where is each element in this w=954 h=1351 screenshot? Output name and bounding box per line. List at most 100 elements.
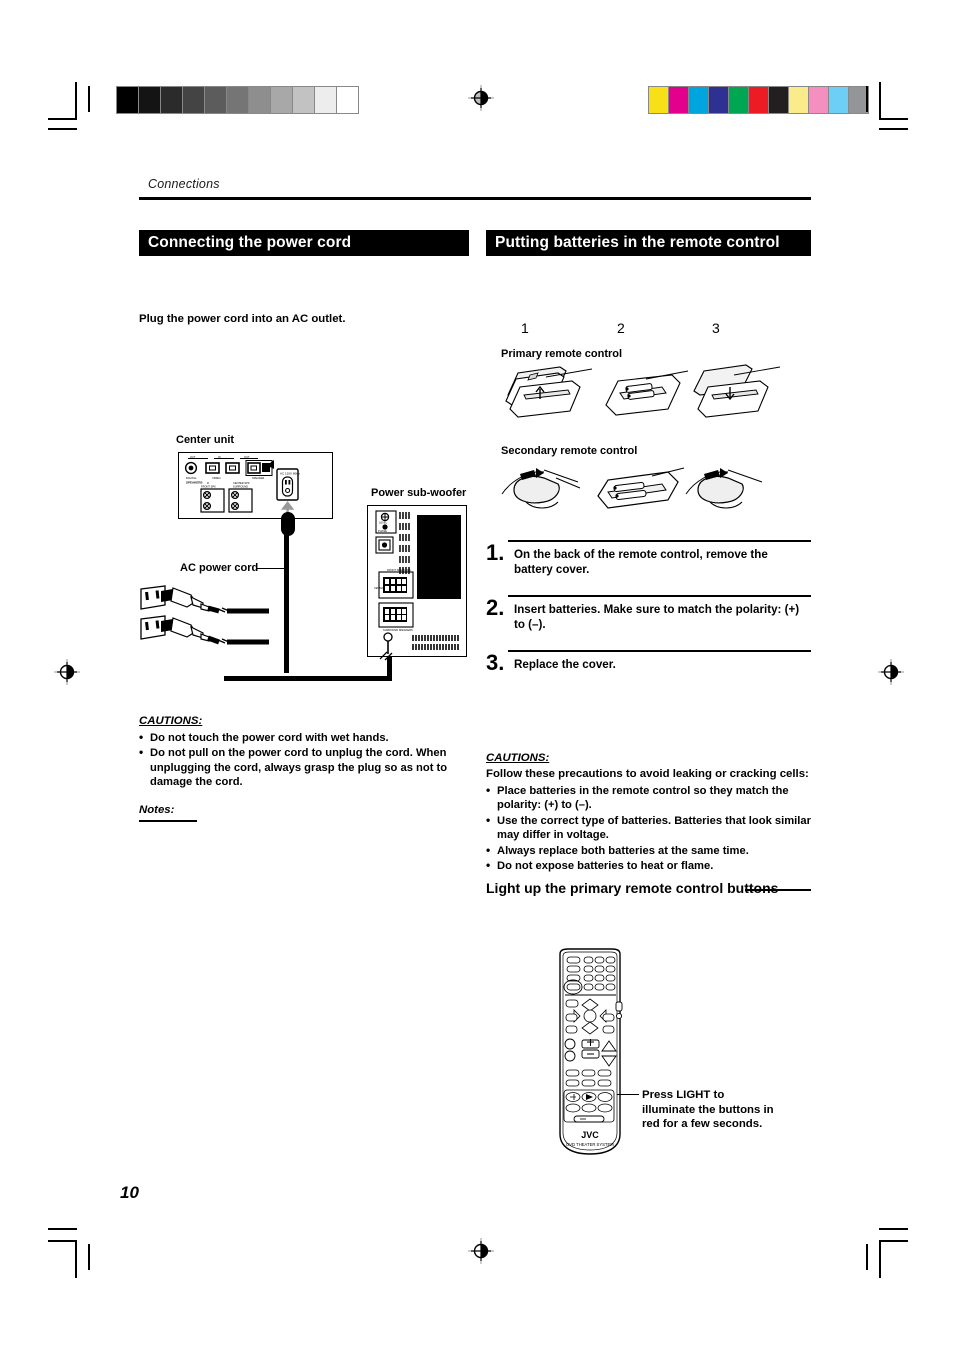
- color-patch: [729, 87, 749, 113]
- secondary-remote-label: Secondary remote control: [501, 445, 638, 457]
- gray-patch: [337, 87, 358, 113]
- svg-text:SPEAKER: SPEAKER: [252, 476, 264, 480]
- step-text: On the back of the remote control, remov…: [514, 548, 768, 576]
- crop-mark-top-left-h: [48, 118, 77, 120]
- list-item: Do not expose batteries to heat or flame…: [486, 858, 811, 873]
- light-up-heading: Light up the primary remote control butt…: [486, 880, 779, 896]
- ac-cord-bottom-run: [224, 676, 392, 681]
- gray-patch: [117, 87, 139, 113]
- secondary-remote-figure-3: [684, 460, 784, 516]
- section-banner-power-cord: Connecting the power cord: [139, 230, 469, 256]
- ac-cord-vertical: [284, 534, 289, 673]
- crop-mark-top-left-v: [75, 82, 77, 120]
- color-patch: [709, 87, 729, 113]
- light-button-callout: Press LIGHT to illuminate the buttons in…: [642, 1089, 774, 1130]
- ac-power-cord-label: AC power cord: [180, 562, 259, 574]
- power-subwoofer-label: Power sub-woofer: [371, 487, 467, 499]
- gray-patch: [205, 87, 227, 113]
- svg-text:SURROUND SPEAKERS: SURROUND SPEAKERS: [383, 628, 413, 632]
- list-item: Place batteries in the remote control so…: [486, 783, 811, 813]
- crop-mark-top-left-v2: [88, 86, 90, 112]
- color-patch: [749, 87, 769, 113]
- battery-step-3: 3. Replace the cover.: [486, 650, 811, 680]
- notes-rule: [139, 820, 197, 822]
- crop-mark-bottom-left-v2: [88, 1244, 90, 1270]
- svg-text:CENTER SPK: CENTER SPK: [233, 481, 250, 485]
- gray-patch: [139, 87, 161, 113]
- right-cautions-list: Place batteries in the remote control so…: [486, 783, 811, 874]
- registration-target-top: [468, 85, 494, 111]
- primary-remote-figure-3: [688, 364, 788, 427]
- svg-text:LEVEL: LEVEL: [379, 521, 388, 525]
- step-text: Insert batteries. Make sure to match the…: [514, 603, 800, 631]
- figure-number-1: 1: [521, 320, 529, 336]
- registration-target-left: [54, 659, 80, 685]
- svg-text:OUT: OUT: [244, 455, 250, 459]
- crop-mark-top-right-h2: [879, 128, 908, 130]
- svg-text:SURROUND: SURROUND: [233, 485, 248, 489]
- grayscale-step-wedge: [116, 86, 359, 114]
- color-patch: [789, 87, 809, 113]
- section-banner-batteries: Putting batteries in the remote control: [486, 230, 811, 256]
- notes-heading: Notes:: [139, 804, 175, 816]
- power-cord-intro: Plug the power cord into an AC outlet.: [139, 313, 346, 325]
- figure-number-2: 2: [617, 320, 625, 336]
- color-patch: [829, 87, 849, 113]
- step-number: 1.: [486, 540, 505, 565]
- gray-patch: [183, 87, 205, 113]
- svg-text:R: R: [207, 481, 209, 485]
- gray-patch: [161, 87, 183, 113]
- list-item: Do not pull on the power cord to unplug …: [139, 745, 461, 789]
- svg-text:OUT: OUT: [190, 455, 196, 459]
- list-item: Do not touch the power cord with wet han…: [139, 730, 461, 745]
- secondary-remote-figure-2: [592, 462, 692, 518]
- gray-patch: [249, 87, 271, 113]
- gray-patch: [271, 87, 293, 113]
- crop-mark-bottom-right-v: [866, 1244, 868, 1270]
- step-text: Replace the cover.: [514, 658, 616, 671]
- right-cautions-heading: CAUTIONS:: [486, 752, 550, 764]
- list-item: Use the correct type of batteries. Batte…: [486, 813, 811, 843]
- page-number: 10: [120, 1183, 139, 1202]
- registration-target-bottom: [468, 1238, 494, 1264]
- crop-mark-bottom-right-v2: [879, 1240, 881, 1278]
- remote-brand-text: JVC: [581, 1130, 599, 1140]
- primary-remote-figure-1: [500, 365, 600, 427]
- right-cautions-intro: Follow these precautions to avoid leakin…: [486, 768, 809, 780]
- svg-text:FRONT SPEAKERS: FRONT SPEAKERS: [387, 568, 411, 572]
- remote-system-text: DVD THEATER SYSTEM: [566, 1142, 614, 1147]
- svg-text:IN: IN: [218, 455, 221, 459]
- running-head: Connections: [148, 177, 220, 191]
- battery-step-1: 1. On the back of the remote control, re…: [486, 540, 811, 584]
- figure-number-3: 3: [712, 320, 720, 336]
- crop-mark-top-right-v: [866, 86, 868, 112]
- gray-patch: [293, 87, 315, 113]
- power-subwoofer-rear-panel: LEVEL PHASE FRONT SPEAKERS CENTER SURROU…: [373, 509, 463, 654]
- svg-text:DIGITAL: DIGITAL: [186, 476, 197, 480]
- header-rule: [139, 197, 811, 200]
- step-number: 2.: [486, 595, 505, 620]
- step-number: 3.: [486, 650, 505, 675]
- svg-text:PHASE: PHASE: [378, 529, 387, 533]
- crop-mark-top-left-h2: [48, 128, 77, 130]
- svg-text:CENTER: CENTER: [374, 587, 384, 590]
- color-patch: [809, 87, 829, 113]
- color-control-bar: [648, 86, 869, 114]
- crop-mark-bottom-right-h2: [879, 1240, 908, 1242]
- primary-remote-illustration: JVC DVD THEATER SYSTEM: [552, 948, 628, 1156]
- ac-power-cord-leader: [257, 568, 285, 570]
- crop-mark-bottom-left-v: [75, 1240, 77, 1278]
- list-item: Always replace both batteries at the sam…: [486, 843, 811, 858]
- center-unit-label: Center unit: [176, 434, 235, 446]
- svg-text:VIDEO: VIDEO: [212, 476, 222, 480]
- primary-remote-figure-2: [596, 365, 696, 427]
- crop-mark-top-right-v2: [879, 82, 881, 120]
- color-patch: [669, 87, 689, 113]
- light-up-heading-rule: [745, 889, 811, 891]
- color-patch: [649, 87, 669, 113]
- step-rule: [508, 650, 811, 652]
- left-cautions-list: Do not touch the power cord with wet han…: [139, 730, 461, 791]
- crop-mark-top-right-h: [879, 118, 908, 120]
- ac-plug-head: [281, 512, 295, 536]
- registration-target-right: [878, 659, 904, 685]
